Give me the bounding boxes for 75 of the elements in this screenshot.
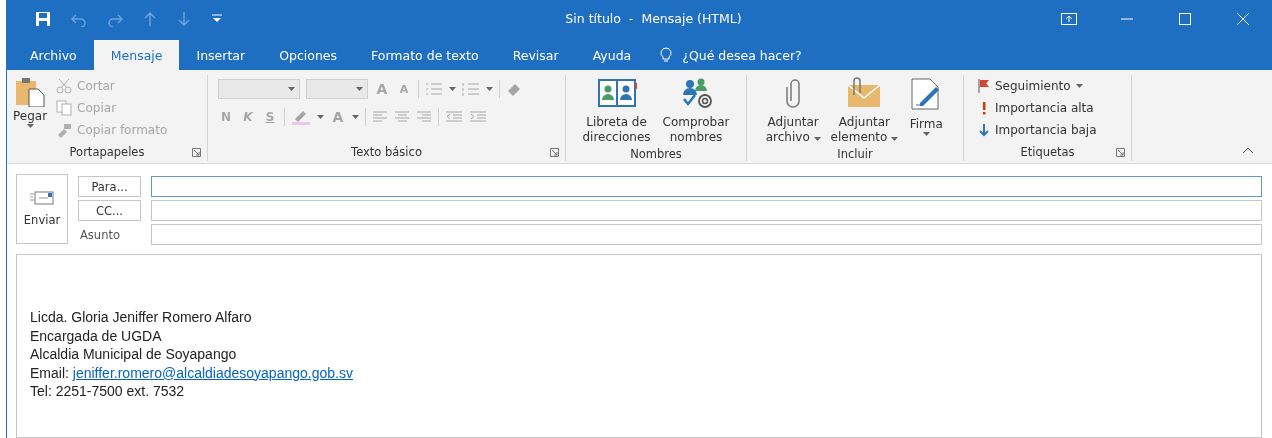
input-field[interactable]	[151, 200, 1262, 221]
scissors-icon	[56, 77, 73, 94]
chevron-icon	[288, 87, 295, 91]
caret-icon	[813, 137, 821, 141]
decrease-indent-icon[interactable]	[445, 111, 463, 123]
ribbon-display-icon[interactable]	[1061, 12, 1077, 25]
group-label: Incluir	[837, 147, 873, 161]
caret-icon	[891, 137, 899, 141]
caret-icon	[922, 132, 930, 136]
dialog-launcher-icon[interactable]	[192, 148, 201, 157]
down-arrow-icon	[978, 122, 990, 137]
signature-line: Alcaldia Municipal de Soyapango	[30, 346, 238, 364]
tell-me-search[interactable]: ¿Qué desea hacer?	[682, 47, 802, 63]
signature-line: Licda. Gloria Jeniffer Romero Alfaro	[30, 309, 253, 327]
caret-icon	[26, 124, 34, 128]
ribbon-tab[interactable]: Opciones	[262, 40, 355, 70]
email-line: Email: jeniffer.romero@alcaldiadesoyapango.gob.sv	[30, 364, 354, 383]
customize-menu-icon[interactable]	[211, 13, 223, 24]
group-label: Etiquetas	[1020, 145, 1075, 159]
align-left-icon[interactable]	[372, 111, 388, 123]
copy-icon	[56, 99, 73, 116]
input-field[interactable]	[151, 176, 1262, 197]
signature-line: Encargada de UGDA	[30, 327, 163, 346]
signature-line: Tel: 2251-7500 ext. 7532	[30, 383, 186, 401]
caret-icon	[317, 115, 324, 119]
tag-button[interactable]: Importancia baja	[978, 119, 1097, 140]
ribbon-tab[interactable]: Mensaje	[93, 40, 180, 70]
lightbulb-icon	[660, 47, 673, 63]
message-body[interactable]: Licda. Gloria Jeniffer Romero Alfaro Encargada de UGDA Alcaldia Municipal de Soyapango Email: jeniffer.romero@alcaldiadesoyapango.gob.sv Tel: 2251-7500 ext. 7532	[16, 254, 1262, 438]
increase-indent-icon[interactable]	[469, 111, 487, 123]
caret-icon	[486, 87, 493, 91]
include-button[interactable]: Adjuntar archivo	[765, 115, 821, 145]
highlighter-icon[interactable]	[291, 109, 311, 125]
paintbrush-icon	[56, 121, 73, 138]
ribbon-tab[interactable]: Formato de texto	[354, 40, 496, 70]
ribbon-tab[interactable]: Insertar	[179, 40, 263, 70]
address-button[interactable]: CC...	[78, 200, 141, 221]
address-button[interactable]: Para...	[78, 176, 141, 197]
email-link[interactable]: jeniffer.romero@alcaldiadesoyapango.gob.sv	[72, 364, 353, 381]
names-button[interactable]: Libreta de direcciones	[582, 115, 651, 145]
address-book-icon	[596, 77, 637, 109]
send-button[interactable]: Enviar	[16, 174, 68, 244]
caret-icon	[1075, 83, 1083, 88]
include-button[interactable]: Firma	[909, 117, 943, 132]
ribbon-tab[interactable]: Ayuda	[575, 40, 649, 70]
ribbon-tab[interactable]: Revisar	[495, 40, 576, 70]
clipboard-icon	[13, 77, 48, 107]
collapse-ribbon-icon[interactable]	[1242, 147, 1254, 154]
align-center-icon[interactable]	[394, 111, 410, 123]
save-icon[interactable]	[35, 10, 51, 27]
dialog-launcher-icon[interactable]	[1116, 148, 1125, 157]
paste-button[interactable]: Pegar	[10, 75, 51, 143]
caret-icon	[449, 87, 456, 91]
close-icon[interactable]	[1237, 12, 1249, 25]
names-button[interactable]: Comprobar nombres	[662, 115, 730, 145]
group-label: Texto básico	[351, 145, 422, 159]
include-button[interactable]: Adjuntar elemento	[830, 115, 899, 145]
dialog-launcher-icon[interactable]	[550, 148, 559, 157]
subject-label: Asunto	[79, 227, 121, 242]
group-label: Nombres	[630, 147, 682, 161]
down-arrow-icon[interactable]	[177, 10, 191, 27]
tag-button[interactable]: Importancia alta	[978, 97, 1097, 118]
paperclip-icon	[786, 77, 801, 109]
group-label: Portapapeles	[69, 145, 145, 159]
ribbon-tab[interactable]: Archivo	[13, 40, 94, 70]
input-field[interactable]	[151, 224, 1262, 245]
flag-icon	[978, 78, 990, 93]
tag-button[interactable]: Seguimiento	[978, 75, 1097, 96]
align-right-icon[interactable]	[416, 111, 432, 123]
envelope-icon	[30, 191, 54, 205]
chevron-icon	[356, 87, 363, 91]
caret-icon	[352, 115, 359, 119]
maximize-icon[interactable]	[1179, 12, 1191, 25]
window-title: Sin título - Mensaje (HTML)	[564, 11, 743, 26]
up-arrow-icon[interactable]	[143, 10, 157, 27]
